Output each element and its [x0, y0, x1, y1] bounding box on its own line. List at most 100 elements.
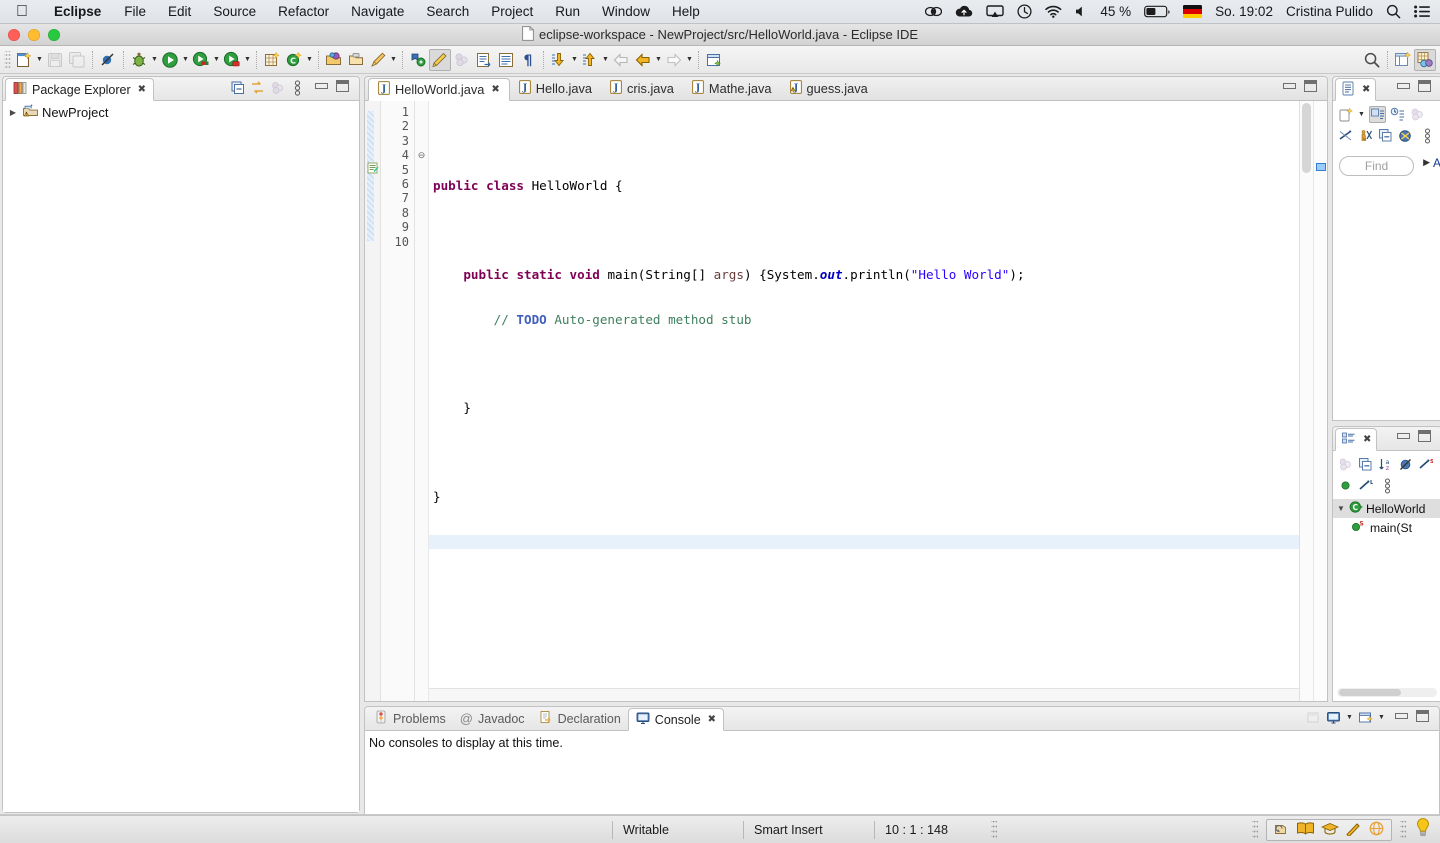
previous-annotation-button[interactable]	[579, 49, 601, 71]
magic-wand-icon[interactable]	[1345, 821, 1362, 839]
menu-help[interactable]: Help	[661, 0, 711, 23]
menu-search[interactable]: Search	[415, 0, 480, 23]
view-menu-icon[interactable]	[1379, 477, 1396, 494]
run-button[interactable]	[159, 49, 181, 71]
editor-tab-guess[interactable]: J! guess.java	[781, 77, 877, 100]
outline-item-main[interactable]: S main(St	[1333, 518, 1440, 537]
volume-icon[interactable]	[1075, 5, 1087, 18]
open-perspective-icon[interactable]	[1392, 49, 1414, 71]
menu-project[interactable]: Project	[480, 0, 544, 23]
save-all-button[interactable]	[66, 49, 88, 71]
new-class-button[interactable]: C	[283, 49, 305, 71]
editor-horizontal-scrollbar[interactable]	[429, 688, 1299, 701]
skip-breakpoints-button[interactable]	[97, 49, 119, 71]
time-machine-icon[interactable]	[1017, 4, 1032, 19]
forward-dropdown[interactable]: ▼	[685, 56, 694, 63]
menu-navigate[interactable]: Navigate	[340, 0, 415, 23]
forward-arrow-icon[interactable]	[663, 49, 685, 71]
open-console-icon[interactable]	[1357, 709, 1374, 726]
debug-dropdown[interactable]: ▼	[150, 56, 159, 63]
menu-source[interactable]: Source	[202, 0, 267, 23]
new-task-icon[interactable]	[1337, 106, 1354, 123]
globe-icon[interactable]	[1368, 821, 1385, 839]
last-edit-dropdown[interactable]: ▼	[654, 56, 663, 63]
maximize-icon[interactable]	[336, 80, 349, 92]
java-editor[interactable]: 1 2 3 4 5 6 7 8 9 10 ⊖ public class Hell…	[365, 101, 1327, 701]
minimize-icon[interactable]	[1397, 83, 1410, 89]
minus-fold-icon[interactable]: ⊖	[415, 148, 428, 162]
minimize-icon[interactable]	[1397, 433, 1410, 439]
tab-javadoc[interactable]: @ Javadoc	[453, 707, 532, 730]
spotlight-search-icon[interactable]	[1386, 4, 1401, 19]
java-perspective-icon[interactable]	[1414, 48, 1436, 71]
play-arrow-icon[interactable]: ▶	[1423, 157, 1430, 168]
open-task-button[interactable]	[345, 49, 367, 71]
eye-accessibility-icon[interactable]	[925, 5, 943, 18]
editor-tab-cris[interactable]: J cris.java	[601, 77, 683, 100]
minimize-icon[interactable]	[315, 83, 328, 89]
hide-static-icon[interactable]: S	[1417, 456, 1434, 473]
lightbulb-icon[interactable]	[1414, 817, 1432, 842]
focus-task-icon[interactable]	[269, 79, 286, 96]
wifi-icon[interactable]	[1045, 5, 1062, 18]
save-button[interactable]	[44, 49, 66, 71]
tab-declaration[interactable]: Declaration	[532, 707, 628, 730]
previous-annotation-dropdown[interactable]: ▼	[601, 56, 610, 63]
menu-refactor[interactable]: Refactor	[267, 0, 340, 23]
tab-console[interactable]: Console ✖	[627, 708, 725, 731]
close-icon[interactable]: ✖	[1362, 84, 1370, 95]
back-arrow-icon[interactable]	[610, 49, 632, 71]
tab-outline[interactable]: ✖	[1335, 428, 1378, 451]
display-console-dropdown[interactable]: ▼	[1345, 714, 1354, 721]
debug-button[interactable]	[128, 49, 150, 71]
editor-tab-helloworld[interactable]: J HelloWorld.java ✖	[368, 78, 510, 101]
new-task-dropdown[interactable]: ▼	[1357, 111, 1366, 118]
menu-window[interactable]: Window	[591, 0, 661, 23]
battery-icon[interactable]	[1144, 5, 1170, 18]
run-external-tools-dropdown[interactable]: ▼	[243, 56, 252, 63]
collapse-all-icon[interactable]	[1377, 127, 1394, 144]
scrollbar-thumb[interactable]	[1302, 103, 1311, 173]
editor-folding-ruler[interactable]: ⊖	[415, 101, 429, 701]
hide-fields-icon[interactable]	[1397, 456, 1414, 473]
new-wizard-dropdown[interactable]: ▼	[35, 56, 44, 63]
link-with-editor-icon[interactable]	[249, 79, 266, 96]
graduation-cap-icon[interactable]	[1320, 821, 1340, 839]
menubar-clock[interactable]: So. 19:02	[1215, 4, 1273, 19]
menubar-username[interactable]: Cristina Pulido	[1286, 4, 1373, 19]
pilcrow-icon[interactable]: ¶	[517, 49, 539, 71]
search-dropdown[interactable]: ▼	[389, 56, 398, 63]
new-wizard-button[interactable]	[13, 49, 35, 71]
tab-task-list[interactable]: ✖	[1335, 78, 1377, 101]
toggle-mark-occurrences-button[interactable]	[429, 48, 451, 71]
editor-source-text[interactable]: public class HelloWorld { public static …	[429, 101, 1299, 701]
status-grip[interactable]	[991, 820, 997, 839]
apple-logo-icon[interactable]: 	[0, 3, 42, 20]
open-type-button[interactable]	[323, 49, 345, 71]
editor-overview-ruler[interactable]	[1313, 101, 1327, 701]
minimize-icon[interactable]	[1283, 83, 1296, 89]
todo-task-icon[interactable]	[367, 161, 379, 179]
toggle-breadcrumb-button[interactable]	[451, 49, 473, 71]
maximize-icon[interactable]	[1418, 80, 1431, 92]
display-console-icon[interactable]	[1325, 709, 1342, 726]
overview-marker[interactable]	[1316, 163, 1326, 171]
menu-file[interactable]: File	[113, 0, 157, 23]
tab-problems[interactable]: Problems	[367, 707, 453, 730]
minimize-icon[interactable]	[1395, 713, 1408, 719]
maximize-icon[interactable]	[1418, 430, 1431, 442]
focus-workweek-icon[interactable]	[1409, 106, 1426, 123]
coverage-dropdown[interactable]: ▼	[212, 56, 221, 63]
sort-az-icon[interactable]: az	[1377, 456, 1394, 473]
status-toolbar-grip[interactable]	[1252, 820, 1258, 839]
synchronize-icon[interactable]	[1337, 127, 1354, 144]
editor-marker-ruler[interactable]	[365, 101, 381, 701]
scrollbar-thumb[interactable]	[1339, 689, 1401, 696]
close-button[interactable]	[8, 29, 20, 41]
editor-tab-mathe[interactable]: J Mathe.java	[683, 77, 781, 100]
new-java-project-button[interactable]	[261, 49, 283, 71]
run-external-tools-button[interactable]	[221, 49, 243, 71]
collapse-all-icon[interactable]	[229, 79, 246, 96]
search-button[interactable]	[367, 49, 389, 71]
presentation-icon[interactable]	[1357, 127, 1374, 144]
